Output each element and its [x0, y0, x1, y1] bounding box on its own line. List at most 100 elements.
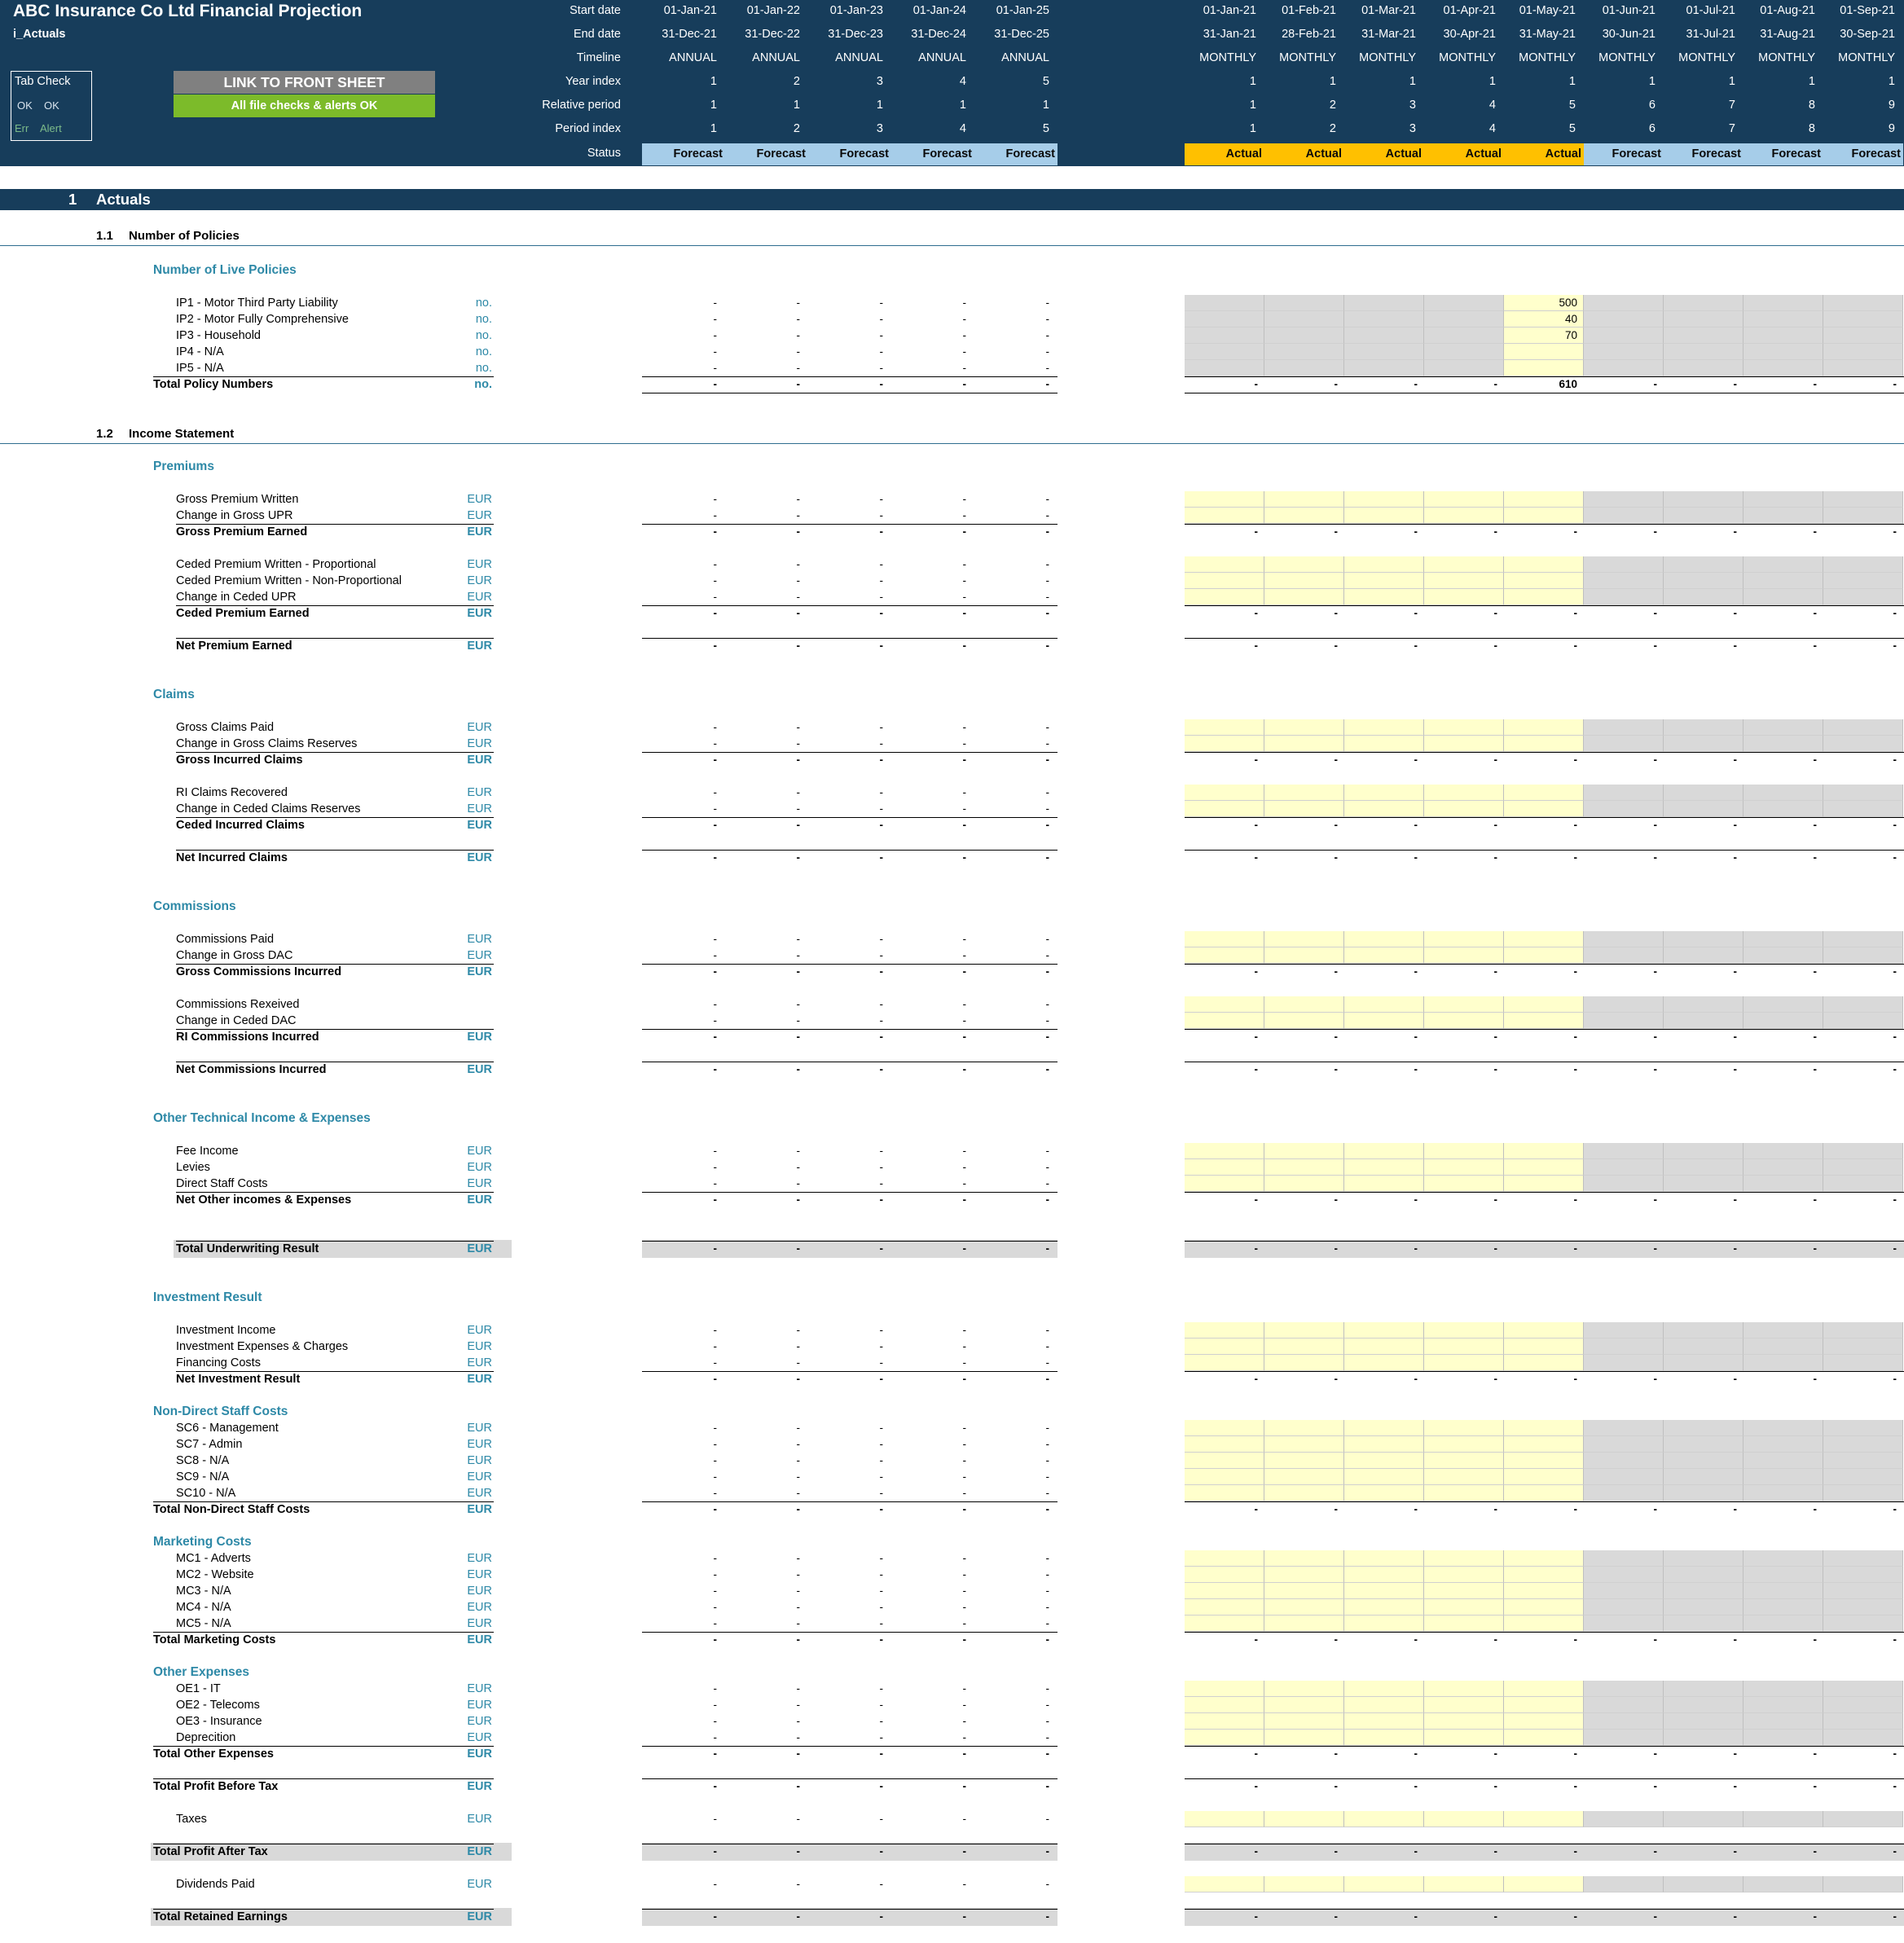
input-cell[interactable] [1185, 589, 1264, 605]
input-cell[interactable] [1185, 1485, 1264, 1501]
input-cell[interactable] [1264, 1420, 1344, 1436]
input-cell[interactable] [1264, 508, 1344, 524]
input-cell[interactable] [1504, 1436, 1584, 1453]
input-cell[interactable] [1185, 1811, 1264, 1827]
input-cell[interactable] [1424, 573, 1504, 589]
input-cell[interactable] [1264, 719, 1344, 736]
input-cell[interactable] [1424, 1730, 1504, 1746]
input-cell[interactable] [1424, 996, 1504, 1013]
input-cell[interactable] [1424, 785, 1504, 801]
input-cell[interactable] [1424, 1322, 1504, 1339]
input-cell[interactable] [1185, 996, 1264, 1013]
input-cell[interactable] [1185, 1176, 1264, 1192]
input-cell[interactable] [1424, 344, 1504, 360]
input-cell[interactable] [1424, 931, 1504, 947]
input-cell[interactable] [1264, 1143, 1344, 1159]
input-cell[interactable] [1185, 573, 1264, 589]
input-cell[interactable] [1264, 1485, 1344, 1501]
input-cell[interactable] [1504, 1176, 1584, 1192]
input-cell[interactable] [1264, 1616, 1344, 1632]
input-cell[interactable] [1264, 1176, 1344, 1192]
input-cell[interactable] [1185, 947, 1264, 964]
input-cell[interactable] [1185, 1583, 1264, 1599]
input-cell[interactable] [1185, 931, 1264, 947]
input-cell[interactable] [1504, 1599, 1584, 1616]
input-cell[interactable] [1264, 1811, 1344, 1827]
input-cell[interactable] [1264, 947, 1344, 964]
input-cell[interactable] [1264, 1322, 1344, 1339]
input-cell[interactable] [1424, 1876, 1504, 1892]
input-cell[interactable] [1504, 508, 1584, 524]
input-cell[interactable] [1344, 1730, 1424, 1746]
input-cell[interactable] [1344, 1616, 1424, 1632]
input-cell[interactable] [1264, 491, 1344, 508]
input-cell[interactable] [1504, 719, 1584, 736]
input-cell[interactable] [1185, 801, 1264, 817]
input-cell[interactable] [1344, 785, 1424, 801]
input-cell[interactable] [1344, 295, 1424, 311]
input-cell[interactable] [1344, 311, 1424, 327]
input-cell[interactable] [1504, 931, 1584, 947]
input-cell[interactable] [1504, 1322, 1584, 1339]
input-cell[interactable] [1185, 1420, 1264, 1436]
input-cell[interactable] [1344, 1583, 1424, 1599]
input-cell[interactable] [1424, 1616, 1504, 1632]
input-cell[interactable] [1344, 1013, 1424, 1029]
input-cell[interactable] [1504, 1730, 1584, 1746]
input-cell[interactable] [1344, 931, 1424, 947]
input-cell[interactable] [1504, 1485, 1584, 1501]
input-cell[interactable] [1504, 947, 1584, 964]
input-cell[interactable] [1424, 1355, 1504, 1371]
input-cell[interactable] [1344, 1176, 1424, 1192]
input-cell[interactable] [1344, 1469, 1424, 1485]
input-cell[interactable] [1424, 947, 1504, 964]
input-cell[interactable] [1185, 1697, 1264, 1713]
input-cell[interactable] [1504, 1681, 1584, 1697]
link-to-front-sheet-button[interactable]: LINK TO FRONT SHEET [174, 71, 435, 94]
input-cell[interactable] [1264, 1567, 1344, 1583]
input-cell[interactable] [1264, 1339, 1344, 1355]
input-cell[interactable] [1504, 1420, 1584, 1436]
input-cell[interactable] [1185, 1355, 1264, 1371]
input-cell[interactable] [1504, 1811, 1584, 1827]
input-cell[interactable] [1424, 508, 1504, 524]
input-cell[interactable] [1344, 573, 1424, 589]
input-cell[interactable] [1185, 785, 1264, 801]
input-cell[interactable] [1504, 996, 1584, 1013]
input-cell[interactable] [1344, 589, 1424, 605]
input-cell[interactable] [1424, 1567, 1504, 1583]
input-cell[interactable] [1424, 1176, 1504, 1192]
input-cell[interactable] [1424, 1681, 1504, 1697]
input-cell[interactable] [1344, 1713, 1424, 1730]
input-cell[interactable] [1264, 1697, 1344, 1713]
input-cell[interactable] [1424, 360, 1504, 376]
input-cell[interactable] [1185, 719, 1264, 736]
input-cell[interactable] [1185, 1453, 1264, 1469]
input-cell[interactable] [1185, 1436, 1264, 1453]
input-cell[interactable] [1185, 491, 1264, 508]
input-cell[interactable] [1424, 1436, 1504, 1453]
input-cell[interactable] [1264, 785, 1344, 801]
input-cell[interactable] [1344, 1453, 1424, 1469]
input-cell[interactable] [1424, 589, 1504, 605]
input-cell[interactable] [1504, 785, 1584, 801]
input-cell[interactable] [1264, 1599, 1344, 1616]
input-cell[interactable] [1185, 736, 1264, 752]
input-cell[interactable] [1185, 1599, 1264, 1616]
input-cell[interactable] [1264, 344, 1344, 360]
input-cell[interactable] [1424, 1713, 1504, 1730]
input-cell[interactable] [1264, 1730, 1344, 1746]
input-cell[interactable] [1504, 344, 1584, 360]
input-cell[interactable] [1264, 1713, 1344, 1730]
input-cell[interactable] [1504, 1697, 1584, 1713]
input-cell[interactable] [1185, 1159, 1264, 1176]
input-cell[interactable] [1185, 1469, 1264, 1485]
input-cell[interactable] [1344, 1322, 1424, 1339]
input-cell[interactable] [1264, 1583, 1344, 1599]
input-cell[interactable] [1264, 1550, 1344, 1567]
input-cell[interactable] [1264, 1355, 1344, 1371]
input-cell[interactable] [1264, 295, 1344, 311]
input-cell[interactable] [1504, 589, 1584, 605]
input-cell[interactable] [1264, 1436, 1344, 1453]
input-cell[interactable] [1264, 1013, 1344, 1029]
